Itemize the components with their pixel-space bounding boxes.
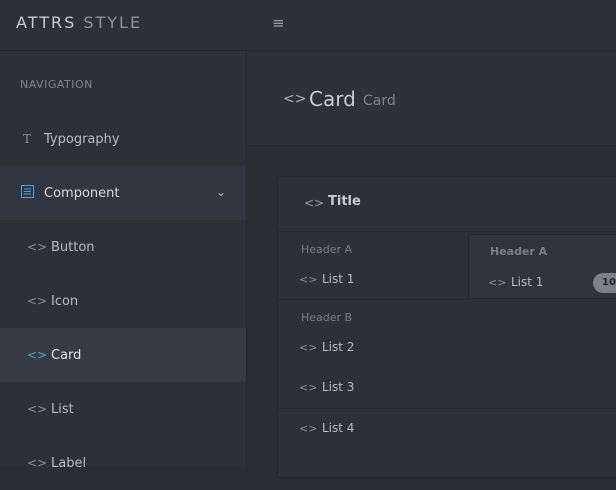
list-item-label: List 1 [322, 272, 355, 286]
list-item[interactable]: <> List 1 [488, 275, 543, 289]
sidebar-item-icon[interactable]: <> Icon [0, 274, 246, 328]
inner-card: Header A <> List 1 100 [468, 234, 616, 299]
sidebar-item-label: Icon [51, 293, 79, 309]
code-icon: <> [299, 422, 318, 435]
code-icon: <> [27, 348, 48, 362]
sidebar-item-label: Button [51, 239, 95, 255]
code-icon: <> [27, 240, 48, 254]
list-item-label: List 3 [322, 380, 355, 394]
sidebar-item-label: Card [51, 347, 82, 363]
list-header: Header A [490, 245, 548, 258]
card-title: Title [328, 194, 361, 209]
list-item[interactable]: <> List 2 [299, 340, 354, 354]
component-icon [20, 185, 34, 201]
sidebar-item-label: Label [51, 455, 87, 471]
sidebar-item-card[interactable]: <> Card [0, 328, 246, 382]
code-icon: <> [299, 273, 318, 286]
count-badge: 100 [593, 273, 616, 293]
sidebar-item-list[interactable]: <> List [0, 382, 246, 436]
card-header: <> Title [278, 177, 616, 232]
code-icon: <> [488, 276, 507, 289]
list-item-label: List 4 [322, 421, 355, 435]
nav-heading: NAVIGATION [20, 78, 93, 91]
sidebar-item-label: Component [44, 185, 120, 201]
sidebar-item-label: List [51, 401, 74, 417]
brand-logo[interactable]: ATTRS STYLE [16, 13, 142, 32]
code-icon: <> [299, 381, 318, 394]
sidebar-item-button[interactable]: <> Button [0, 220, 246, 274]
sidebar-item-component[interactable]: Component ⌄ [0, 166, 246, 220]
list-item[interactable]: <> List 1 [299, 272, 354, 286]
list-item-label: List 1 [511, 275, 544, 289]
list-header: Header B [301, 311, 353, 324]
list-header: Header A [301, 243, 353, 256]
list-item[interactable]: <> List 3 [299, 380, 354, 394]
list-item[interactable]: <> List 4 [299, 421, 354, 435]
top-bar: ATTRS STYLE ≡ [0, 0, 616, 51]
code-icon: <> [283, 91, 307, 107]
code-icon: <> [27, 456, 48, 470]
divider [278, 299, 468, 300]
hamburger-menu-icon[interactable]: ≡ [272, 14, 285, 32]
card: <> Title Header A <> List 1 Header A <> Li… [277, 176, 616, 478]
list-item-label: List 2 [322, 340, 355, 354]
sidebar-item-typography[interactable]: T Typography [0, 112, 246, 166]
code-icon: <> [27, 402, 48, 416]
divider [278, 408, 616, 409]
sidebar: NAVIGATION T Typography Component ⌄ <> B… [0, 51, 247, 471]
brand-part1: ATTRS [16, 13, 77, 32]
sidebar-item-label: Typography [44, 131, 120, 147]
typography-icon: T [22, 132, 31, 146]
code-icon: <> [304, 196, 325, 210]
page-header: <> Card Card [247, 51, 616, 146]
chevron-down-icon[interactable]: ⌄ [216, 185, 226, 199]
code-icon: <> [299, 341, 318, 354]
brand-part2: STYLE [83, 13, 143, 32]
main-content: <> Card Card <> Title Header A <> List 1 … [247, 51, 616, 478]
page-subtitle: Card [363, 93, 396, 109]
code-icon: <> [27, 294, 48, 308]
sidebar-item-label-nav[interactable]: <> Label [0, 436, 246, 490]
page-title: Card [309, 87, 356, 111]
